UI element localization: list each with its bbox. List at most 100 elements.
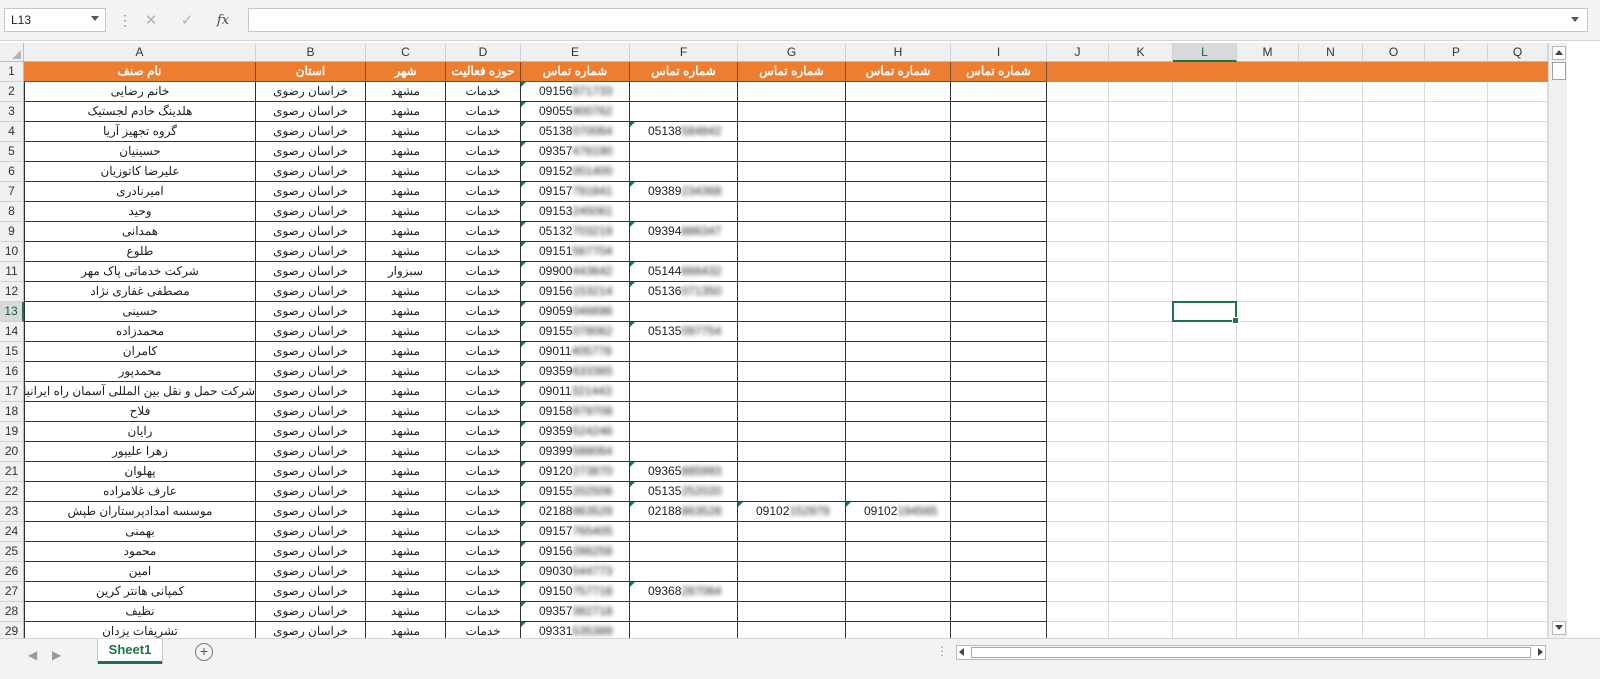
cell-e18[interactable]: 09158979708 (521, 402, 630, 422)
column-header-a[interactable]: A (24, 43, 256, 62)
cell-q16[interactable] (1488, 362, 1548, 382)
cell-h16[interactable] (846, 362, 951, 382)
cell-n28[interactable] (1299, 602, 1363, 622)
cell-b27[interactable]: خراسان رضوی (256, 582, 366, 602)
cell-q10[interactable] (1488, 242, 1548, 262)
cell-d19[interactable]: خدمات (446, 422, 521, 442)
cell-c8[interactable]: مشهد (366, 202, 446, 222)
cell-o16[interactable] (1363, 362, 1425, 382)
chevron-down-icon[interactable] (91, 16, 99, 21)
cell-a2[interactable]: خانم رضایی (24, 82, 256, 102)
cell-n21[interactable] (1299, 462, 1363, 482)
cell-k24[interactable] (1109, 522, 1173, 542)
cell-l5[interactable] (1173, 142, 1237, 162)
cell-e13[interactable]: 09059046696 (521, 302, 630, 322)
cell-g26[interactable] (738, 562, 846, 582)
cell-g8[interactable] (738, 202, 846, 222)
cell-f11[interactable]: 05144666432 (630, 262, 738, 282)
cell-k13[interactable] (1109, 302, 1173, 322)
cell-h28[interactable] (846, 602, 951, 622)
cell-g16[interactable] (738, 362, 846, 382)
cell-l8[interactable] (1173, 202, 1237, 222)
cell-b9[interactable]: خراسان رضوی (256, 222, 366, 242)
cell-q20[interactable] (1488, 442, 1548, 462)
cell-e25[interactable]: 09156286258 (521, 542, 630, 562)
column-header-d[interactable]: D (446, 43, 521, 62)
cell-f8[interactable] (630, 202, 738, 222)
cell-o24[interactable] (1363, 522, 1425, 542)
cell-o23[interactable] (1363, 502, 1425, 522)
cell-d27[interactable]: خدمات (446, 582, 521, 602)
cell-q26[interactable] (1488, 562, 1548, 582)
row-header-3[interactable]: 3 (0, 102, 24, 122)
cell-o21[interactable] (1363, 462, 1425, 482)
column-header-f[interactable]: F (630, 43, 738, 62)
cell-g28[interactable] (738, 602, 846, 622)
cell-i27[interactable] (951, 582, 1047, 602)
cell-l3[interactable] (1173, 102, 1237, 122)
cell-n15[interactable] (1299, 342, 1363, 362)
cell-o22[interactable] (1363, 482, 1425, 502)
column-header-h[interactable]: H (846, 43, 951, 62)
cell-a4[interactable]: گروه تجهیز آریا (24, 122, 256, 142)
cell-m7[interactable] (1237, 182, 1299, 202)
cell-p16[interactable] (1425, 362, 1488, 382)
cell-m16[interactable] (1237, 362, 1299, 382)
cell-q4[interactable] (1488, 122, 1548, 142)
cell-c17[interactable]: مشهد (366, 382, 446, 402)
cell-f6[interactable] (630, 162, 738, 182)
cell-g19[interactable] (738, 422, 846, 442)
cell-q11[interactable] (1488, 262, 1548, 282)
cell-l7[interactable] (1173, 182, 1237, 202)
cell-q15[interactable] (1488, 342, 1548, 362)
cell-l12[interactable] (1173, 282, 1237, 302)
cell-c19[interactable]: مشهد (366, 422, 446, 442)
cell-i15[interactable] (951, 342, 1047, 362)
cell-l9[interactable] (1173, 222, 1237, 242)
cell-f15[interactable] (630, 342, 738, 362)
cell-p4[interactable] (1425, 122, 1488, 142)
cell-a9[interactable]: همدانی (24, 222, 256, 242)
cell-p25[interactable] (1425, 542, 1488, 562)
cell-f4[interactable]: 05138584842 (630, 122, 738, 142)
cell-p2[interactable] (1425, 82, 1488, 102)
column-header-o[interactable]: O (1363, 43, 1425, 62)
cell-d13[interactable]: خدمات (446, 302, 521, 322)
cell-m25[interactable] (1237, 542, 1299, 562)
vertical-scroll-thumb[interactable] (1552, 62, 1566, 80)
cell-o4[interactable] (1363, 122, 1425, 142)
cell-q5[interactable] (1488, 142, 1548, 162)
cell-d7[interactable]: خدمات (446, 182, 521, 202)
cell-k5[interactable] (1109, 142, 1173, 162)
cell-p17[interactable] (1425, 382, 1488, 402)
cell-p12[interactable] (1425, 282, 1488, 302)
cell-f2[interactable] (630, 82, 738, 102)
cell-i17[interactable] (951, 382, 1047, 402)
cell-k25[interactable] (1109, 542, 1173, 562)
cell-d23[interactable]: خدمات (446, 502, 521, 522)
cell-b22[interactable]: خراسان رضوی (256, 482, 366, 502)
next-sheet-icon[interactable]: ▶ (52, 648, 61, 662)
cell-o20[interactable] (1363, 442, 1425, 462)
cell-h18[interactable] (846, 402, 951, 422)
cell-o13[interactable] (1363, 302, 1425, 322)
cell-k26[interactable] (1109, 562, 1173, 582)
cell-c13[interactable]: مشهد (366, 302, 446, 322)
cell-e23[interactable]: 02188863529 (521, 502, 630, 522)
cell-h1[interactable]: شماره تماس (846, 62, 951, 82)
cell-l17[interactable] (1173, 382, 1237, 402)
cell-g5[interactable] (738, 142, 846, 162)
cell-h24[interactable] (846, 522, 951, 542)
cell-i9[interactable] (951, 222, 1047, 242)
cell-l22[interactable] (1173, 482, 1237, 502)
cell-e14[interactable]: 09155078062 (521, 322, 630, 342)
cell-o17[interactable] (1363, 382, 1425, 402)
cell-h4[interactable] (846, 122, 951, 142)
cell-n25[interactable] (1299, 542, 1363, 562)
column-header-n[interactable]: N (1299, 43, 1363, 62)
cell-a6[interactable]: علیرضا کاتوزیان (24, 162, 256, 182)
cell-f18[interactable] (630, 402, 738, 422)
cell-o25[interactable] (1363, 542, 1425, 562)
cell-o19[interactable] (1363, 422, 1425, 442)
column-header-k[interactable]: K (1109, 43, 1173, 62)
